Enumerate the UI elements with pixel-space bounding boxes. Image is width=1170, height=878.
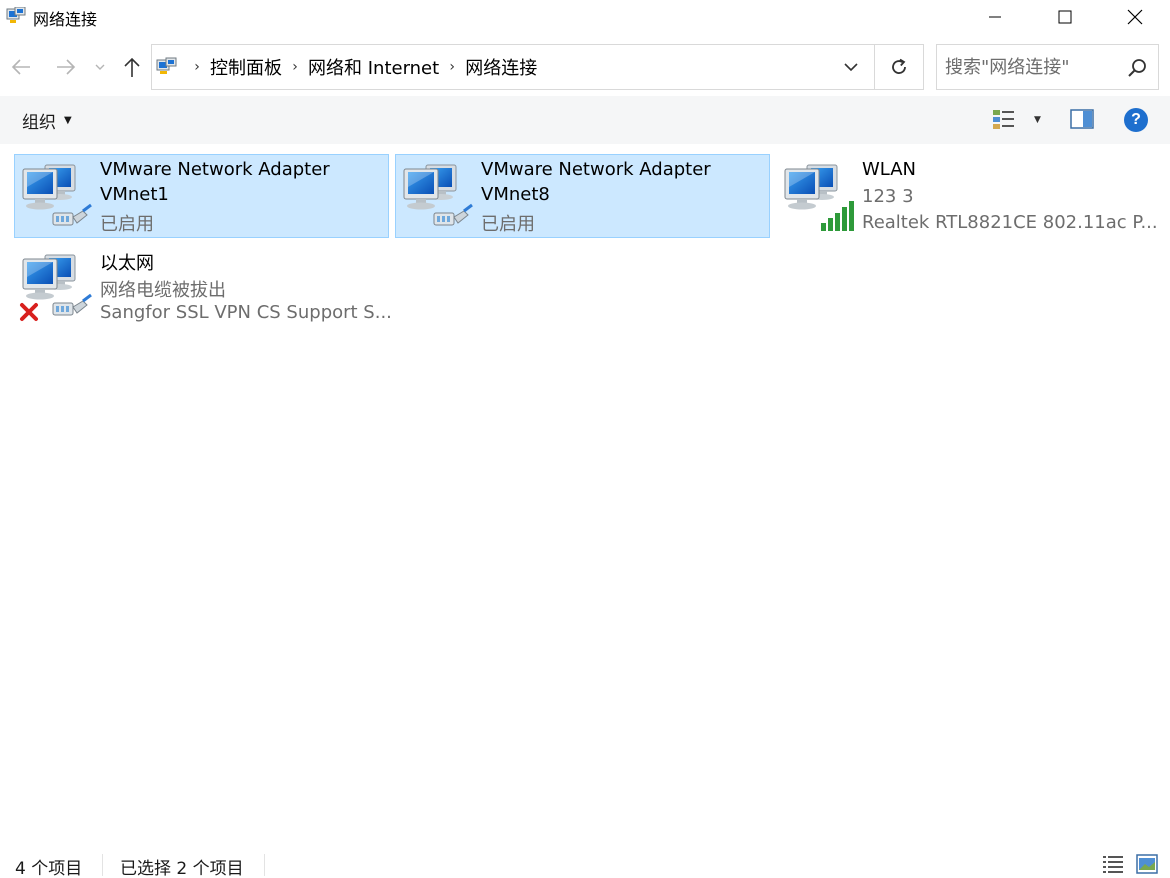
large-icons-view-icon[interactable] <box>1136 854 1158 874</box>
breadcrumb-control-panel[interactable]: 控制面板 <box>208 54 284 80</box>
breadcrumb-separator-icon[interactable]: › <box>284 59 306 75</box>
search-box[interactable] <box>936 44 1159 90</box>
selection-count: 已选择 2 个项目 <box>120 859 244 878</box>
organize-menu[interactable]: 组织 ▼ <box>22 108 72 133</box>
up-button[interactable] <box>119 54 145 80</box>
network-adapter-icon <box>403 164 474 227</box>
caret-down-icon: ▼ <box>1034 115 1041 125</box>
arrow-right-icon <box>57 59 76 75</box>
change-view-button[interactable]: ▼ <box>992 108 1042 132</box>
chevron-down-icon <box>844 62 858 71</box>
caret-down-icon: ▼ <box>64 115 72 126</box>
address-bar[interactable]: › 控制面板 › 网络和 Internet › 网络连接 <box>151 44 924 90</box>
address-divider <box>874 45 875 89</box>
item-status: 网络电缆被拔出 <box>100 280 226 301</box>
breadcrumb-network-internet[interactable]: 网络和 Internet <box>306 54 441 80</box>
list-item[interactable]: 以太网 网络电缆被拔出 Sangfor SSL VPN CS Support S… <box>14 244 392 328</box>
list-item[interactable]: WLAN 123 3 Realtek RTL8821CE 802.11ac P.… <box>776 154 1158 238</box>
breadcrumb-separator-icon[interactable]: › <box>186 59 208 75</box>
item-count: 4 个项目 <box>15 859 83 878</box>
item-status: 已启用 <box>100 214 154 235</box>
ethernet-disconnected-icon <box>20 254 93 321</box>
address-history-dropdown[interactable] <box>836 55 866 79</box>
maximize-icon <box>1058 10 1072 24</box>
arrow-left-icon <box>11 59 30 75</box>
view-options-icon <box>993 110 1014 129</box>
search-icon[interactable] <box>1127 57 1149 79</box>
network-connections-app-icon <box>6 7 26 23</box>
window-title: 网络连接 <box>33 10 98 29</box>
preview-pane-button[interactable] <box>1070 109 1094 131</box>
title-bar: 网络连接 <box>0 0 1170 34</box>
help-icon: ? <box>1131 111 1141 128</box>
file-list: VMware Network Adapter VMnet1 已启用 VMware… <box>0 144 1170 834</box>
item-name-line2: VMnet1 <box>100 184 169 205</box>
chevron-down-icon <box>95 64 105 70</box>
status-divider <box>264 854 265 876</box>
arrow-up-icon <box>124 57 140 77</box>
navigation-bar: › 控制面板 › 网络和 Internet › 网络连接 <box>0 34 1170 96</box>
forward-button[interactable] <box>53 54 79 80</box>
item-device: Sangfor SSL VPN CS Support S... <box>100 302 392 323</box>
status-bar: 4 个项目 已选择 2 个项目 <box>0 834 1170 878</box>
list-item[interactable]: VMware Network Adapter VMnet8 已启用 <box>395 154 770 238</box>
preview-pane-icon <box>1070 109 1094 129</box>
back-button[interactable] <box>8 54 34 80</box>
item-name: VMware Network Adapter <box>100 159 330 180</box>
organize-label: 组织 <box>22 113 56 133</box>
wifi-adapter-icon <box>784 164 854 231</box>
details-view-icon[interactable] <box>1102 854 1124 874</box>
item-name-line2: VMnet8 <box>481 184 550 205</box>
command-bar: 组织 ▼ ▼ ? <box>0 96 1170 144</box>
close-icon <box>1127 9 1143 25</box>
status-divider <box>102 854 103 876</box>
item-name: WLAN <box>862 159 917 180</box>
maximize-button[interactable] <box>1030 0 1100 34</box>
breadcrumb-separator-icon[interactable]: › <box>441 59 463 75</box>
breadcrumb: › 控制面板 › 网络和 Internet › 网络连接 <box>186 45 539 89</box>
minimize-button[interactable] <box>960 0 1030 34</box>
search-input[interactable] <box>945 55 1125 79</box>
error-x-icon <box>20 303 38 321</box>
minimize-icon <box>989 16 1001 18</box>
close-button[interactable] <box>1100 0 1170 34</box>
signal-bars-icon <box>821 201 854 231</box>
network-adapter-icon <box>22 164 93 227</box>
refresh-button[interactable] <box>882 53 916 81</box>
item-name: VMware Network Adapter <box>481 159 711 180</box>
item-status: 123 3 <box>862 186 914 207</box>
list-item[interactable]: VMware Network Adapter VMnet1 已启用 <box>14 154 389 238</box>
network-connections-icon <box>156 57 177 74</box>
item-status: 已启用 <box>481 214 535 235</box>
item-name: 以太网 <box>100 253 154 274</box>
breadcrumb-network-connections[interactable]: 网络连接 <box>463 54 539 80</box>
refresh-icon <box>892 58 906 74</box>
help-button[interactable]: ? <box>1124 108 1148 132</box>
recent-locations-button[interactable] <box>90 54 110 80</box>
item-device: Realtek RTL8821CE 802.11ac P... <box>862 212 1158 233</box>
